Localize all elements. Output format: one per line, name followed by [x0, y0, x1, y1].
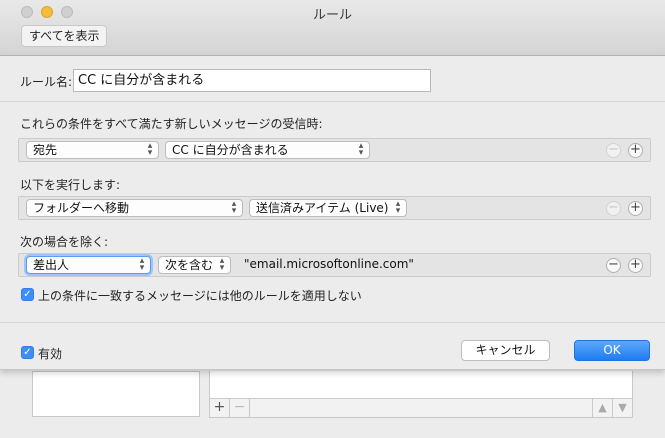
arrow-up-icon: ▲ — [598, 401, 607, 414]
rules-list[interactable] — [32, 371, 200, 417]
move-up-button[interactable]: ▲ — [592, 399, 612, 417]
ok-button[interactable]: OK — [574, 340, 650, 361]
rule-name-label: ルール名: — [20, 75, 73, 89]
action-value: フォルダーへ移動 — [33, 201, 130, 215]
condition-field-value: 宛先 — [33, 143, 58, 157]
chevron-updown-icon: ▴ ▾ — [219, 256, 225, 273]
actions-header: 以下を実行します: — [20, 178, 121, 192]
window-title: ルール — [312, 8, 352, 23]
condition-field-popup[interactable]: 宛先 ▴ ▾ — [26, 141, 159, 159]
chevron-updown-icon: ▴ ▾ — [395, 199, 401, 216]
exception-field-popup[interactable]: 差出人 ▴ ▾ — [26, 256, 151, 274]
action-target-value: 送信済みアイテム (Live) — [256, 201, 389, 215]
move-down-button[interactable]: ▼ — [612, 399, 632, 417]
remove-condition-button[interactable]: − — [606, 143, 621, 158]
divider — [0, 101, 665, 102]
rule-detail-panel — [209, 371, 633, 399]
title-bar: ルール すべてを表示 — [0, 0, 665, 56]
condition-operator-value: CC に自分が含まれる — [172, 143, 289, 157]
exception-row: 差出人 ▴ ▾ 次を含む ▴ ▾ "email.microsoftonline.co… — [18, 253, 651, 277]
action-row: フォルダーへ移動 ▴ ▾ 送信済みアイテム (Live) ▴ ▾ − + — [18, 196, 651, 220]
add-rule-button[interactable]: + — [210, 399, 230, 417]
arrow-down-icon: ▼ — [618, 401, 627, 414]
enabled-checkbox[interactable]: ✓ — [21, 346, 34, 359]
chevron-updown-icon: ▴ ▾ — [139, 256, 145, 273]
rule-name-input[interactable]: CC に自分が含まれる — [73, 69, 431, 92]
stop-rules-label: 上の条件に一致するメッセージには他のルールを適用しない — [38, 289, 362, 303]
exception-field-value: 差出人 — [33, 258, 70, 272]
add-action-button[interactable]: + — [628, 201, 643, 216]
exception-operator-value: 次を含む — [165, 258, 214, 272]
rule-edit-sheet: ルール名: CC に自分が含まれる これらの条件をすべて満たす新しいメッセージの… — [0, 56, 665, 370]
divider — [0, 322, 665, 323]
conditions-header: これらの条件をすべて満たす新しいメッセージの受信時: — [20, 117, 323, 131]
add-exception-button[interactable]: + — [628, 258, 643, 273]
rules-list-toolbar: + − ▲ ▼ — [209, 398, 633, 418]
remove-action-button[interactable]: − — [606, 201, 621, 216]
chevron-updown-icon: ▴ ▾ — [358, 141, 364, 158]
add-condition-button[interactable]: + — [628, 143, 643, 158]
exceptions-header: 次の場合を除く: — [20, 235, 109, 249]
show-all-button[interactable]: すべてを表示 — [21, 25, 108, 47]
condition-row: 宛先 ▴ ▾ CC に自分が含まれる ▴ ▾ − + — [18, 138, 651, 162]
chevron-updown-icon: ▴ ▾ — [231, 199, 237, 216]
remove-exception-button[interactable]: − — [606, 258, 621, 273]
enabled-label: 有効 — [38, 347, 63, 361]
stop-rules-checkbox[interactable]: ✓ — [21, 288, 34, 301]
cancel-button[interactable]: キャンセル — [461, 340, 550, 361]
chevron-updown-icon: ▴ ▾ — [147, 141, 153, 158]
condition-operator-popup[interactable]: CC に自分が含まれる ▴ ▾ — [165, 141, 370, 159]
action-popup[interactable]: フォルダーへ移動 ▴ ▾ — [26, 199, 243, 217]
action-target-popup[interactable]: 送信済みアイテム (Live) ▴ ▾ — [249, 199, 407, 217]
exception-operator-popup[interactable]: 次を含む ▴ ▾ — [158, 256, 231, 274]
exception-value-field[interactable]: "email.microsoftonline.com" — [244, 257, 414, 271]
remove-rule-button[interactable]: − — [230, 399, 250, 417]
